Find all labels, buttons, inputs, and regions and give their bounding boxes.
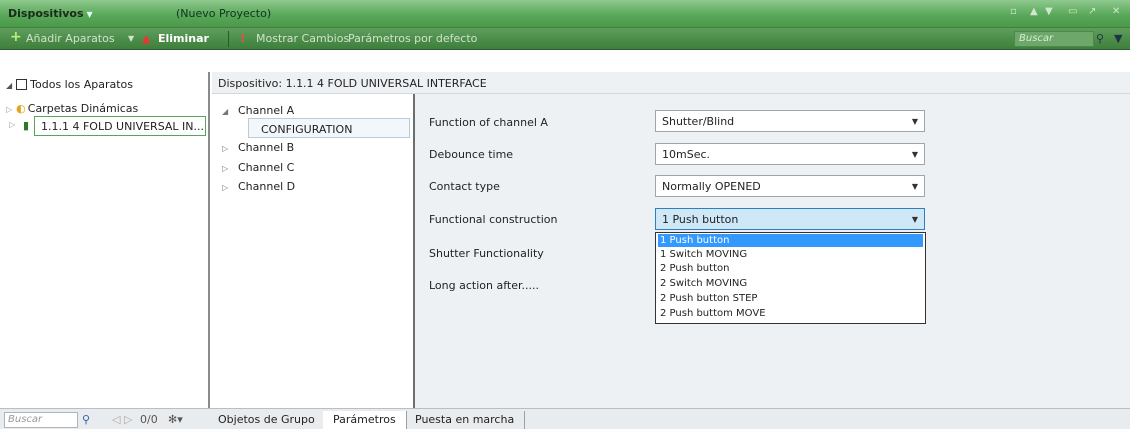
param-label: Contact type	[429, 180, 500, 193]
dropdown-option[interactable]: 2 Push button	[658, 262, 923, 275]
channel-label: Channel D	[238, 180, 296, 193]
functional-construction-select[interactable]: 1 Push button ▼	[655, 208, 925, 230]
tree-item-dynamic-folders[interactable]: ▷ ◐ Carpetas Dinámicas	[6, 102, 138, 115]
chevron-down-icon: ▼	[911, 215, 918, 224]
select-value: 1 Push button	[662, 213, 739, 226]
move-down-icon[interactable]: ▼	[1045, 6, 1053, 17]
delete-icon[interactable]: ▲	[142, 32, 150, 45]
filter-icon[interactable]: ▼	[1114, 32, 1122, 45]
bottom-bar: Buscar ⚲ ◁ ▷ 0/0 ✻▾ Objetos de Grupo Par…	[0, 408, 1130, 429]
collapse-icon[interactable]: ◢	[6, 81, 12, 90]
tree-search-input[interactable]: Buscar	[4, 412, 78, 428]
expand-icon[interactable]: ▷	[222, 164, 238, 173]
move-up-icon[interactable]: ▲	[1030, 6, 1038, 17]
add-devices-button[interactable]: Añadir Aparatos	[26, 32, 115, 45]
maximize-icon[interactable]: ▭	[1068, 6, 1077, 17]
configuration-item[interactable]: CONFIGURATION	[248, 118, 410, 138]
project-name: (Nuevo Proyecto)	[176, 7, 272, 20]
panel-title-label: Dispositivos	[8, 7, 84, 20]
add-devices-dropdown-icon[interactable]: ▼	[128, 34, 134, 43]
tab-group-objects[interactable]: Objetos de Grupo	[208, 411, 326, 429]
restore-icon[interactable]: ▫	[1010, 6, 1017, 17]
search-icon[interactable]: ⚲	[82, 413, 90, 426]
channel-label: Channel B	[238, 141, 295, 154]
channel-label: Channel A	[238, 104, 295, 117]
expand-icon[interactable]: ▷	[222, 144, 238, 153]
tree-item-device[interactable]: ▷ ▮ 1.1.1 4 FOLD UNIVERSAL IN...	[9, 116, 206, 136]
devices-icon	[16, 79, 28, 90]
tree-item-label: 1.1.1 4 FOLD UNIVERSAL IN...	[41, 120, 205, 133]
settings-icon[interactable]: ✻▾	[168, 413, 183, 426]
param-label: Debounce time	[429, 148, 514, 161]
chevron-down-icon: ▼	[911, 182, 918, 191]
tab-parameters[interactable]: Parámetros	[323, 411, 407, 429]
panel-title[interactable]: Dispositivos ▼	[8, 7, 93, 20]
tab-commissioning[interactable]: Puesta en marcha	[405, 411, 526, 429]
param-label: Long action after.....	[429, 279, 539, 292]
dropdown-option[interactable]: 1 Switch MOVING	[658, 248, 923, 261]
warning-icon: !	[240, 32, 246, 45]
channel-d-item[interactable]: ▷ Channel D	[222, 180, 295, 193]
function-channel-select[interactable]: Shutter/Blind ▼	[655, 110, 925, 132]
window-titlebar: Dispositivos ▼ (Nuevo Proyecto) ▫ ▲ ▼ ▭ ↗…	[0, 0, 1130, 28]
select-value: Normally OPENED	[662, 180, 761, 193]
result-counter: 0/0	[140, 413, 158, 426]
expand-icon[interactable]: ▷	[6, 105, 12, 114]
chevron-down-icon: ▼	[911, 117, 918, 126]
default-params-button[interactable]: Parámetros por defecto	[348, 32, 477, 45]
close-icon[interactable]: ✕	[1112, 6, 1120, 17]
param-label: Function of channel A	[429, 116, 548, 129]
channel-c-item[interactable]: ▷ Channel C	[222, 161, 294, 174]
chevron-down-icon: ▼	[911, 150, 918, 159]
expand-icon[interactable]: ▷	[9, 120, 15, 129]
dropdown-option[interactable]: 2 Switch MOVING	[658, 277, 923, 290]
search-icon[interactable]: ⚲	[1096, 32, 1104, 45]
tree-item-all-devices[interactable]: ◢ Todos los Aparatos	[6, 78, 133, 91]
add-icon[interactable]: +	[10, 29, 22, 45]
functional-construction-options: 1 Push button 1 Switch MOVING 2 Push but…	[655, 232, 926, 324]
toolbar-search-input[interactable]: Buscar	[1014, 31, 1094, 47]
toolbar-divider	[228, 31, 229, 47]
dropdown-option[interactable]: 1 Push button	[658, 234, 923, 247]
next-icon[interactable]: ▷	[124, 413, 132, 426]
param-label: Functional construction	[429, 213, 558, 226]
expand-icon[interactable]: ▷	[222, 183, 238, 192]
show-changes-button[interactable]: Mostrar Cambios	[256, 32, 349, 45]
tree-item-label: Carpetas Dinámicas	[27, 102, 139, 115]
tree-item-label: Todos los Aparatos	[30, 78, 133, 91]
prev-icon[interactable]: ◁	[112, 413, 120, 426]
panel-title-dropdown-icon[interactable]: ▼	[87, 10, 93, 19]
channel-a-item[interactable]: ◢ Channel A	[222, 104, 294, 117]
dropdown-option[interactable]: 2 Push button STEP	[658, 292, 923, 305]
dropdown-option[interactable]: 2 Push buttom MOVE	[658, 307, 923, 320]
debounce-time-select[interactable]: 10mSec. ▼	[655, 143, 925, 165]
device-icon: ▮	[23, 119, 30, 132]
channel-tree: ◢ Channel A CONFIGURATION ▷ Channel B ▷ Cha…	[212, 94, 413, 408]
channel-label: Channel C	[238, 161, 295, 174]
folder-icon: ◐	[16, 102, 26, 115]
select-value: 10mSec.	[662, 148, 711, 161]
device-header: Dispositivo: 1.1.1 4 FOLD UNIVERSAL INTE…	[212, 72, 1130, 94]
channel-b-item[interactable]: ▷ Channel B	[222, 141, 294, 154]
collapse-icon[interactable]: ◢	[222, 107, 238, 116]
contact-type-select[interactable]: Normally OPENED ▼	[655, 175, 925, 197]
undock-icon[interactable]: ↗	[1088, 6, 1096, 17]
select-value: Shutter/Blind	[662, 115, 735, 128]
delete-button[interactable]: Eliminar	[158, 32, 209, 45]
param-label: Shutter Functionality	[429, 247, 544, 260]
toolbar: + Añadir Aparatos ▼ ▲ Eliminar ! Mostrar…	[0, 28, 1130, 50]
